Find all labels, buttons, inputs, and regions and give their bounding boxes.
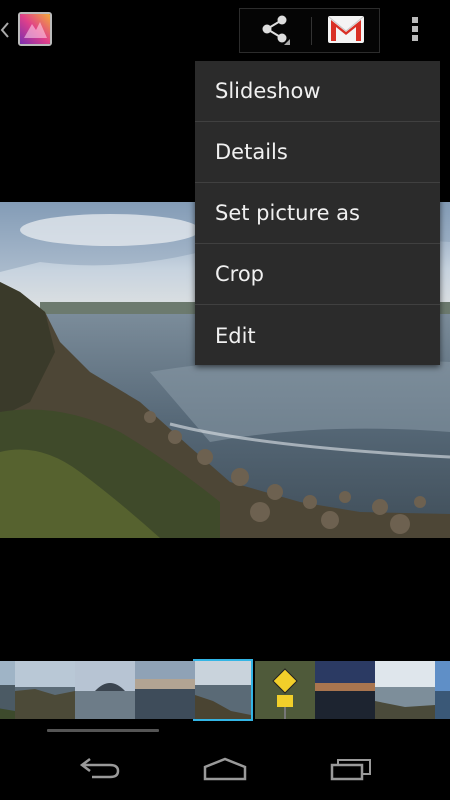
filmstrip-thumbnail[interactable] xyxy=(255,661,315,719)
filmstrip-thumbnail[interactable] xyxy=(15,661,75,719)
menu-item-edit[interactable]: Edit xyxy=(195,305,440,366)
overflow-menu: Slideshow Details Set picture as Crop Ed… xyxy=(195,61,440,365)
menu-item-details[interactable]: Details xyxy=(195,122,440,183)
back-button[interactable] xyxy=(55,740,145,800)
menu-item-crop[interactable]: Crop xyxy=(195,244,440,305)
share-button[interactable] xyxy=(240,9,310,52)
menu-item-set-picture-as[interactable]: Set picture as xyxy=(195,183,440,244)
filmstrip-thumbnail[interactable] xyxy=(75,661,135,719)
filmstrip xyxy=(0,659,450,721)
share-action-group xyxy=(239,8,380,53)
recent-apps-icon xyxy=(328,755,374,785)
back-icon xyxy=(78,755,122,785)
overflow-menu-button[interactable] xyxy=(398,8,432,53)
chevron-left-icon xyxy=(0,8,10,52)
home-button[interactable] xyxy=(180,740,270,800)
gmail-share-button[interactable] xyxy=(312,9,380,52)
gallery-icon xyxy=(18,12,52,46)
filmstrip-thumbnail[interactable] xyxy=(135,661,195,719)
menu-item-slideshow[interactable]: Slideshow xyxy=(195,61,440,122)
up-button[interactable] xyxy=(0,8,56,52)
filmstrip-thumbnail[interactable] xyxy=(435,661,450,719)
home-icon xyxy=(201,755,249,785)
navigation-bar xyxy=(0,740,450,800)
filmstrip-thumbnail-selected[interactable] xyxy=(193,659,253,721)
overflow-menu-icon xyxy=(411,16,419,46)
filmstrip-thumbnail[interactable] xyxy=(375,661,435,719)
recent-apps-button[interactable] xyxy=(306,740,396,800)
filmstrip-scrollbar[interactable] xyxy=(47,729,159,732)
action-bar xyxy=(0,0,450,62)
gmail-icon xyxy=(327,13,365,49)
filmstrip-thumbnail[interactable] xyxy=(0,661,15,719)
share-icon xyxy=(260,13,290,49)
filmstrip-thumbnail[interactable] xyxy=(315,661,375,719)
